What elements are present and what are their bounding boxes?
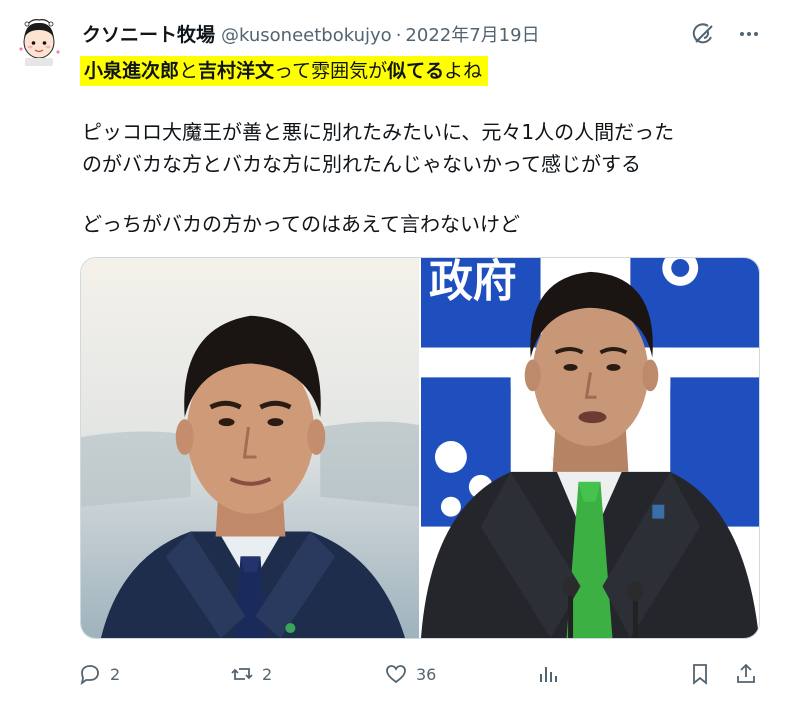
highlight-resemble: 似てる (387, 60, 445, 82)
tweet-date[interactable]: 2022年7月19日 (405, 21, 539, 47)
like-button[interactable]: 36 (384, 658, 436, 690)
photo-left[interactable] (81, 258, 419, 638)
more-icon[interactable] (735, 20, 763, 48)
avatar-illustration (10, 14, 68, 72)
views-button[interactable] (536, 658, 560, 690)
grok-icon[interactable] (689, 20, 717, 48)
top-icons (689, 20, 763, 48)
like-icon (386, 665, 406, 684)
bookmark-button[interactable] (688, 658, 712, 690)
bookmark-icon (693, 664, 707, 685)
photo-right[interactable]: 政府 (421, 258, 759, 638)
body-line-2: のがバカな方とバカな方に別れたんじゃないかって感じがする (82, 152, 641, 176)
reply-icon (80, 665, 99, 686)
reply-button[interactable]: 2 (78, 658, 120, 690)
highlight-ending: よね (444, 60, 483, 82)
highlight-phrase: って雰囲気が (274, 60, 388, 82)
backdrop-sign-text: 政府 (429, 258, 517, 306)
like-count: 36 (416, 664, 437, 684)
action-bar: 2 2 36 (78, 658, 768, 690)
body-line-3: どっちがバカの方かってのはあえて言わないけど (82, 212, 520, 236)
views-icon (540, 667, 557, 682)
highlighted-text: 小泉進次郎と吉村洋文って雰囲気が似てるよね (80, 56, 489, 86)
retweet-button[interactable]: 2 (230, 658, 272, 690)
portrait-right-image: 政府 (421, 258, 759, 638)
tweet-header: クソニート牧場 @kusoneetbokujyo · 2022年7月19日 (82, 20, 540, 46)
highlight-name-koizumi: 小泉進次郎 (84, 60, 180, 82)
tweet-media[interactable]: 政府 (80, 257, 760, 639)
share-icon (737, 663, 755, 683)
avatar[interactable] (10, 14, 68, 72)
highlight-name-yoshimura: 吉村洋文 (198, 60, 275, 82)
body-line-1: ピッコロ大魔王が善と悪に別れたみたいに、元々1人の人間だった (82, 120, 675, 144)
share-button[interactable] (734, 658, 758, 690)
display-name[interactable]: クソニート牧場 (82, 20, 215, 47)
reply-count: 2 (110, 664, 121, 684)
retweet-count: 2 (262, 664, 273, 684)
separator-dot: · (395, 25, 402, 46)
portrait-left-image (81, 258, 419, 638)
retweet-icon (231, 668, 253, 680)
highlight-conjunction: と (179, 60, 199, 82)
tweet-body: ピッコロ大魔王が善と悪に別れたみたいに、元々1人の人間だった のがバカな方とバカ… (82, 116, 762, 240)
user-handle[interactable]: @kusoneetbokujyo (221, 25, 392, 46)
